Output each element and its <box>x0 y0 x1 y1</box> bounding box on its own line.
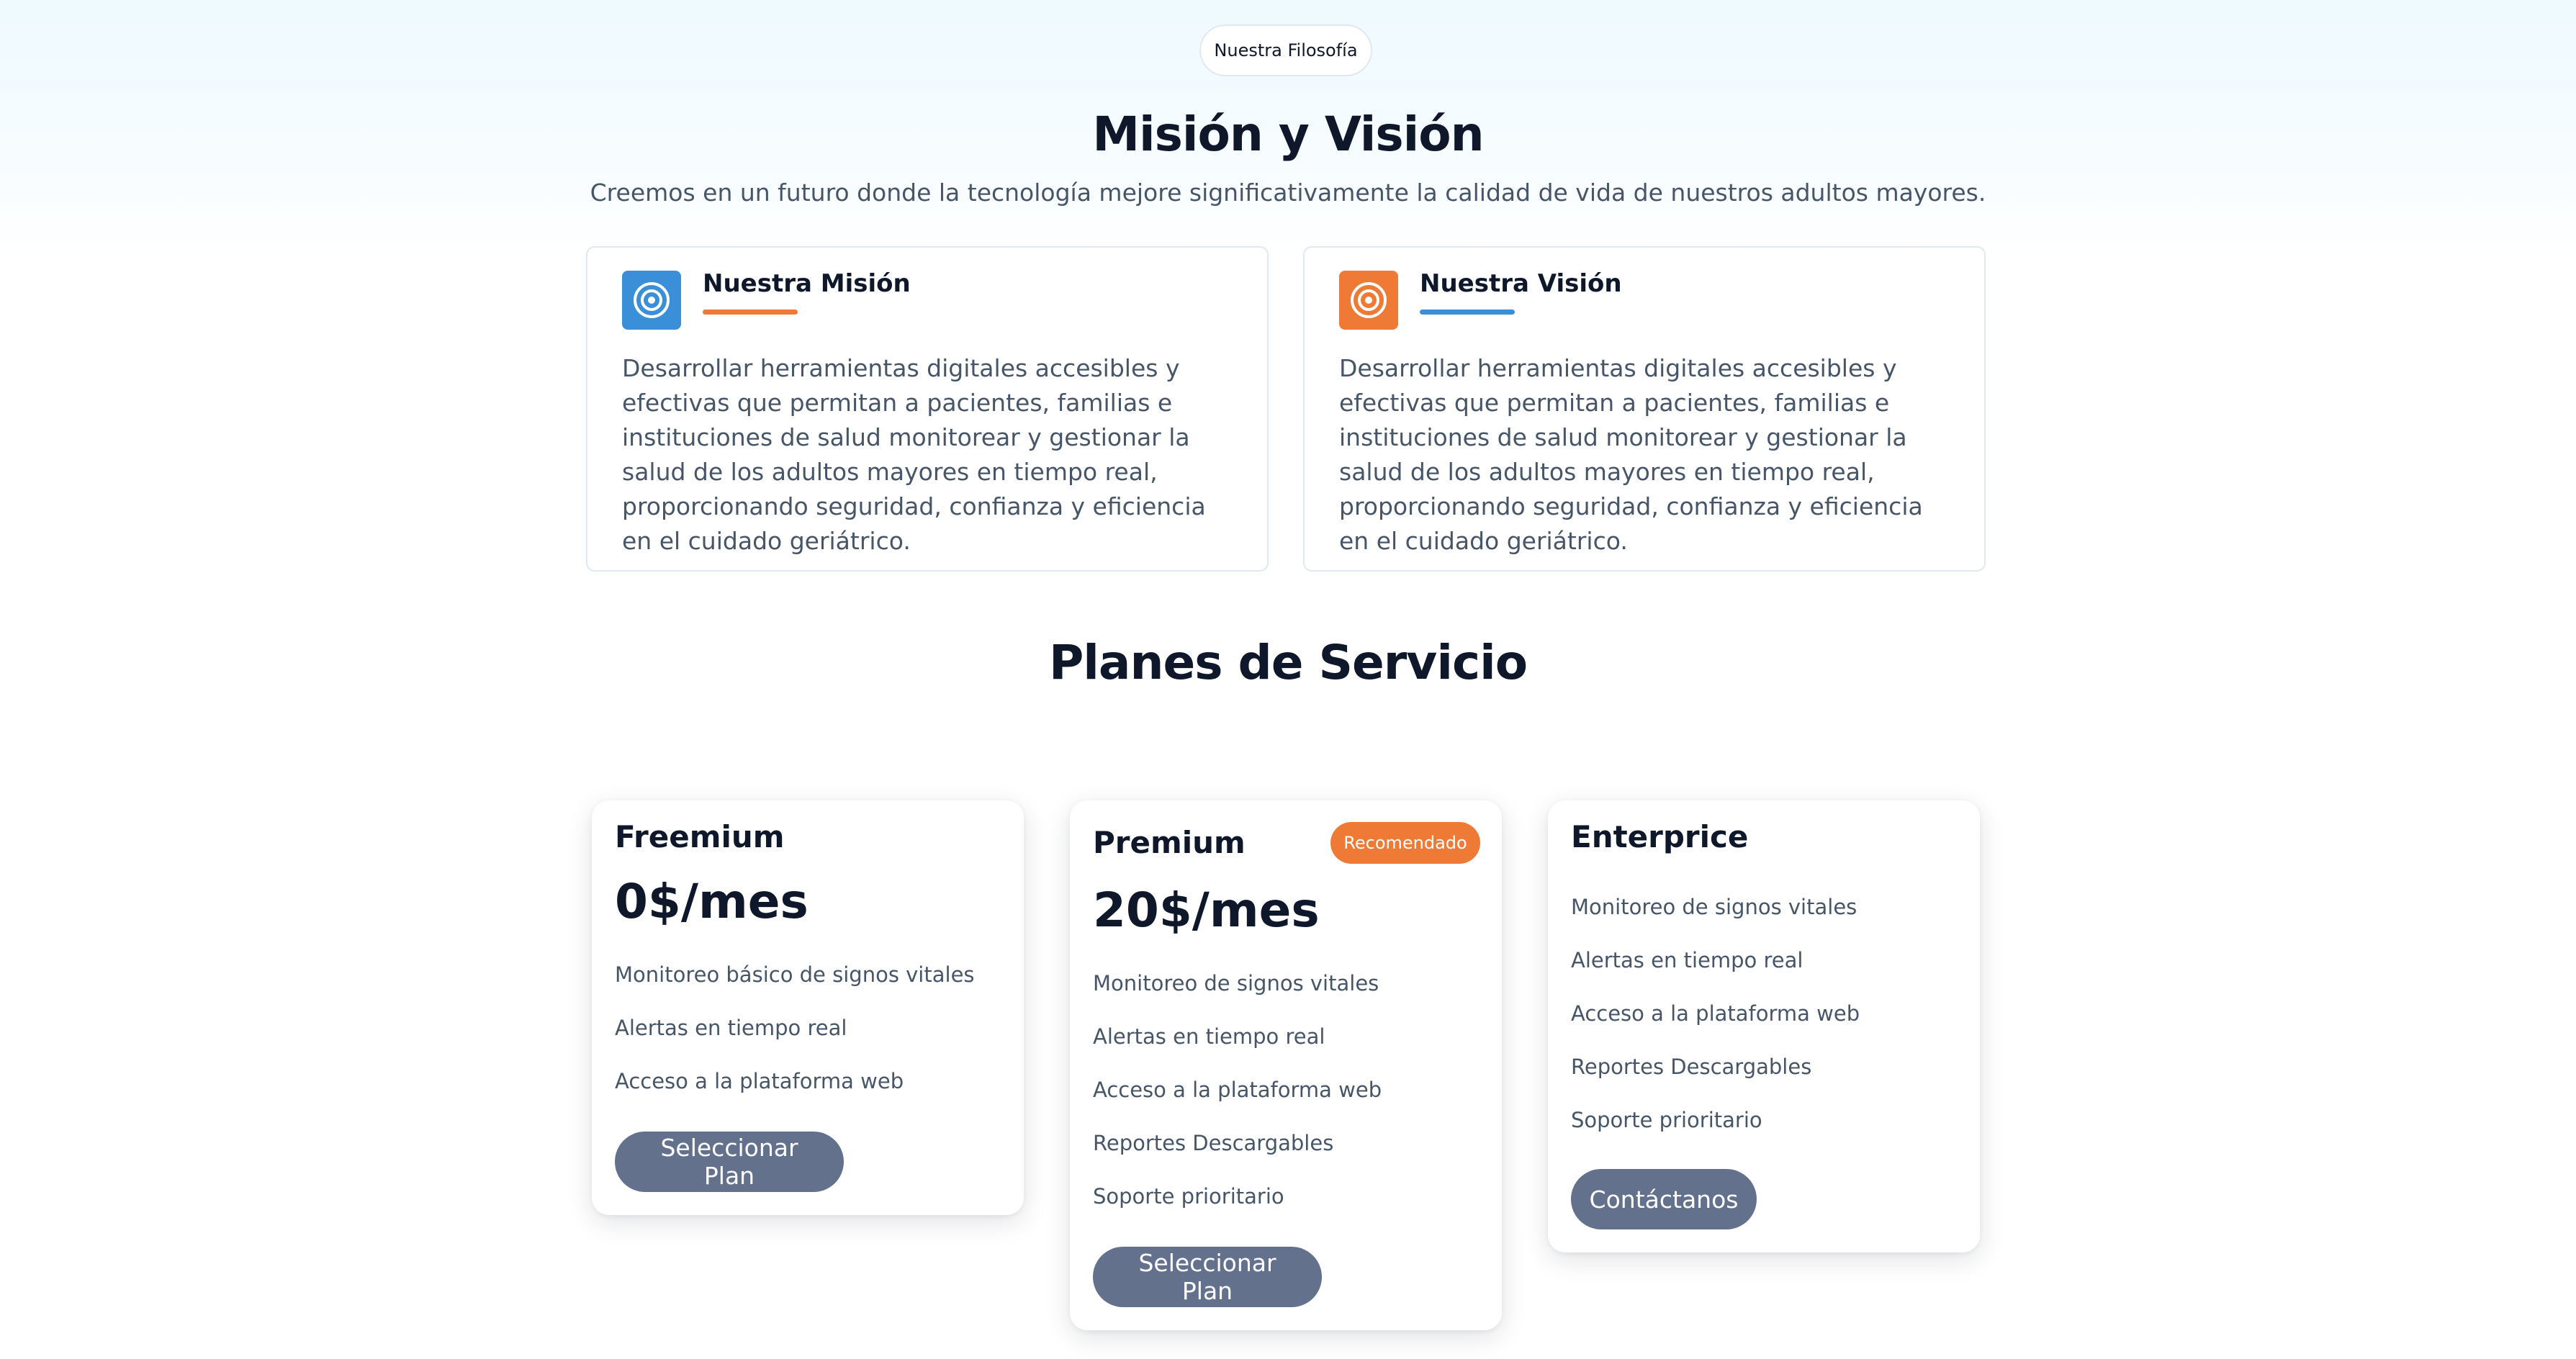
feature-list: Monitoreo de signos vitales Alertas en t… <box>1571 893 1860 1159</box>
feature-item: Soporte prioritario <box>1093 1184 1284 1209</box>
feature-item: Alertas en tiempo real <box>1571 948 1803 972</box>
select-plan-button[interactable]: Seleccionar Plan <box>1093 1247 1322 1307</box>
recommended-badge: Recomendado <box>1330 822 1480 864</box>
vision-card: Nuestra Visión Desarrollar herramientas … <box>1303 246 1986 572</box>
vision-title: Nuestra Visión <box>1420 269 1622 298</box>
feature-list: Monitoreo de signos vitales Alertas en t… <box>1093 969 1382 1235</box>
mision-text: Desarrollar herramientas digitales acces… <box>622 354 1206 555</box>
feature-item: Acceso a la plataforma web <box>615 1069 904 1093</box>
page-subtitle: Creemos en un futuro donde la tecnología… <box>590 179 1986 207</box>
plan-price: 0$/mes <box>615 874 809 929</box>
plans-section-title: Planes de Servicio <box>1048 635 1528 690</box>
feature-item: Monitoreo de signos vitales <box>1093 971 1379 995</box>
feature-item: Alertas en tiempo real <box>615 1016 847 1040</box>
vision-underline <box>1420 310 1515 315</box>
page-title: Misión y Visión <box>1092 107 1484 162</box>
feature-item: Alertas en tiempo real <box>1093 1024 1325 1049</box>
plan-name: Premium <box>1093 825 1246 860</box>
contact-button[interactable]: Contáctanos <box>1571 1169 1757 1229</box>
plan-name: Enterprice <box>1571 819 1749 854</box>
plan-card-enterprice: Enterprice Monitoreo de signos vitales A… <box>1548 800 1980 1252</box>
plan-card-premium: Premium Recomendado 20$/mes Monitoreo de… <box>1070 800 1502 1330</box>
philosophy-pill: Nuestra Filosofía <box>1199 24 1372 76</box>
vision-text: Desarrollar herramientas digitales acces… <box>1339 354 1923 555</box>
feature-item: Acceso a la plataforma web <box>1571 1001 1860 1026</box>
plan-name: Freemium <box>615 819 785 854</box>
mision-card: Nuestra Misión Desarrollar herramientas … <box>586 246 1269 572</box>
feature-item: Monitoreo básico de signos vitales <box>615 962 975 987</box>
plan-price: 20$/mes <box>1093 882 1320 938</box>
mision-underline <box>703 310 798 315</box>
feature-item: Reportes Descargables <box>1571 1055 1812 1079</box>
feature-list: Monitoreo básico de signos vitales Alert… <box>615 960 975 1120</box>
target-icon <box>1339 271 1398 330</box>
target-icon <box>622 271 681 330</box>
plan-card-freemium: Freemium 0$/mes Monitoreo básico de sign… <box>592 800 1024 1215</box>
feature-item: Acceso a la plataforma web <box>1093 1078 1382 1102</box>
feature-item: Soporte prioritario <box>1571 1108 1762 1132</box>
feature-item: Monitoreo de signos vitales <box>1571 895 1857 919</box>
select-plan-button[interactable]: Seleccionar Plan <box>615 1132 844 1192</box>
feature-item: Reportes Descargables <box>1093 1131 1334 1155</box>
mision-title: Nuestra Misión <box>703 269 911 298</box>
